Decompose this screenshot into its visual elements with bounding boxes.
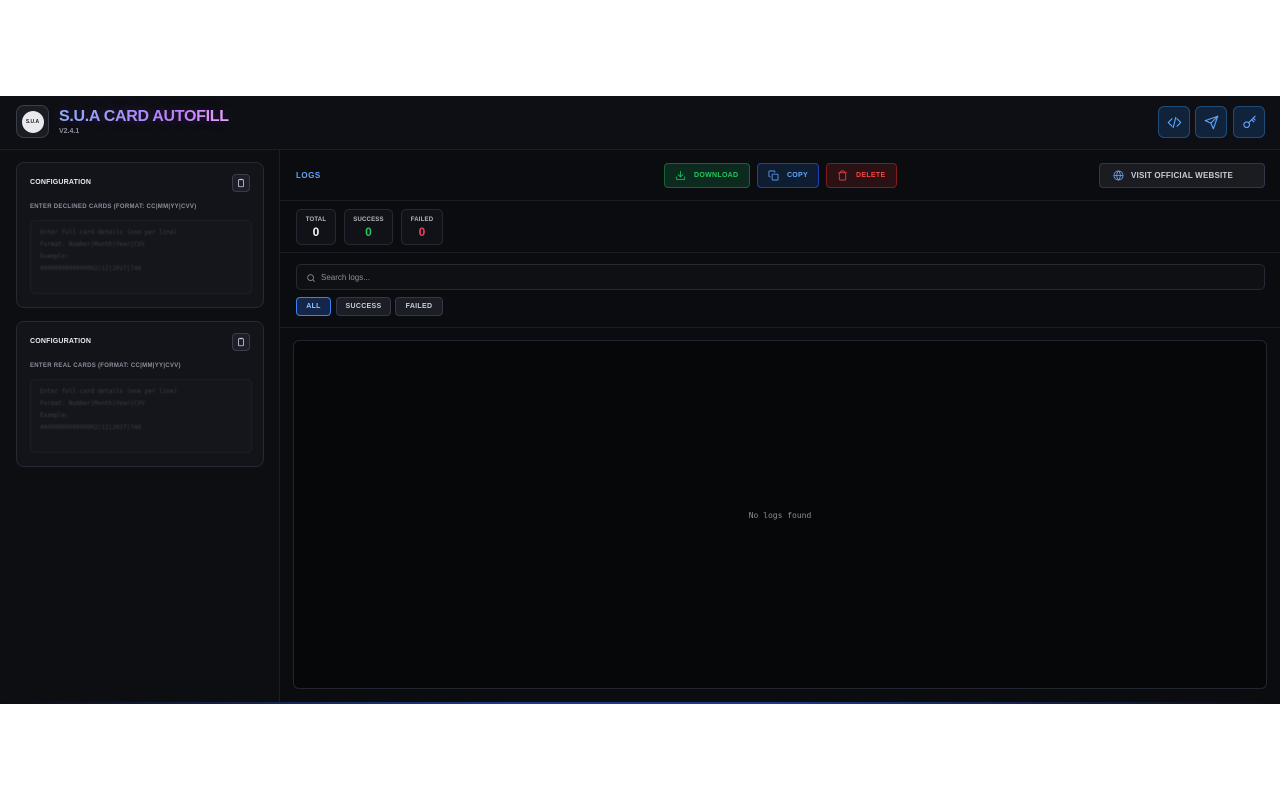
- logo-badge: S.U.A: [21, 110, 44, 133]
- paste-button[interactable]: [232, 174, 250, 192]
- delete-button[interactable]: DELETE: [826, 163, 897, 188]
- filter-failed[interactable]: FAILED: [395, 297, 443, 316]
- code-button[interactable]: [1158, 106, 1190, 138]
- stat-total: TOTAL 0: [296, 209, 336, 245]
- search-input[interactable]: [321, 265, 1251, 289]
- real-cards-textarea[interactable]: Enter full card details (one per line) F…: [30, 379, 252, 453]
- stat-success-value: 0: [365, 225, 372, 239]
- stat-success: SUCCESS 0: [344, 209, 393, 245]
- search-box: [296, 264, 1265, 290]
- stat-failed: FAILED 0: [401, 209, 443, 245]
- search-icon: [307, 274, 316, 283]
- stat-success-label: SUCCESS: [353, 217, 384, 223]
- config-title: CONFIGURATION: [30, 338, 92, 345]
- bottom-accent-line: [0, 702, 1280, 704]
- logs-heading: LOGS: [296, 171, 321, 180]
- stats-row: TOTAL 0 SUCCESS 0 FAILED 0: [280, 201, 1280, 253]
- config-subtitle: ENTER DECLINED CARDS (FORMAT: CC|MM|YY|C…: [30, 204, 197, 210]
- filter-success[interactable]: SUCCESS: [336, 297, 391, 316]
- copy-icon: [768, 170, 779, 181]
- copy-label: COPY: [786, 172, 808, 179]
- trash-icon: [837, 170, 848, 181]
- download-icon: [675, 170, 686, 181]
- logs-toolbar: LOGS DOWNLOAD COPY DELETE VISIT OFFICIAL…: [280, 150, 1280, 201]
- filter-all[interactable]: ALL: [296, 297, 331, 316]
- send-icon: [1204, 115, 1218, 129]
- app-version: V2.4.1: [59, 128, 80, 135]
- download-button[interactable]: DOWNLOAD: [664, 163, 750, 188]
- declined-cards-textarea[interactable]: Enter full card details (one per line) F…: [30, 220, 252, 294]
- app-title: S.U.A CARD AUTOFILL: [59, 108, 229, 125]
- config-subtitle: ENTER REAL CARDS (FORMAT: CC|MM|YY|CVV): [30, 363, 181, 369]
- clipboard-icon: [238, 337, 244, 347]
- stat-failed-value: 0: [418, 225, 426, 239]
- empty-state-text: No logs found: [748, 511, 812, 520]
- search-filter-area: ALL SUCCESS FAILED: [280, 253, 1280, 328]
- app-window: S.U.A S.U.A CARD AUTOFILL V2.4.1 CONFIGU…: [0, 96, 1280, 704]
- sidebar: CONFIGURATION ENTER DECLINED CARDS (FORM…: [0, 150, 280, 704]
- delete-label: DELETE: [856, 172, 886, 179]
- code-icon: [1167, 116, 1181, 128]
- stat-total-label: TOTAL: [305, 217, 327, 223]
- app-logo: S.U.A: [16, 105, 49, 138]
- download-label: DOWNLOAD: [694, 172, 739, 179]
- paste-button[interactable]: [232, 333, 250, 351]
- logs-section: LOGS DOWNLOAD COPY DELETE VISIT OFFICIAL…: [280, 150, 1280, 704]
- globe-icon: [1113, 170, 1124, 181]
- stat-failed-label: FAILED: [410, 217, 434, 223]
- key-icon: [1242, 115, 1256, 128]
- clipboard-icon: [238, 178, 244, 188]
- config-title: CONFIGURATION: [30, 179, 92, 186]
- real-cards-config: CONFIGURATION ENTER REAL CARDS (FORMAT: …: [16, 321, 264, 467]
- copy-button[interactable]: COPY: [757, 163, 819, 188]
- visit-website-label: VISIT OFFICIAL WEBSITE: [1131, 171, 1234, 180]
- app-header: S.U.A S.U.A CARD AUTOFILL V2.4.1: [0, 96, 1280, 150]
- declined-cards-config: CONFIGURATION ENTER DECLINED CARDS (FORM…: [16, 162, 264, 308]
- stat-total-value: 0: [312, 225, 320, 239]
- visit-website-button[interactable]: VISIT OFFICIAL WEBSITE: [1099, 163, 1265, 188]
- telegram-button[interactable]: [1195, 106, 1227, 138]
- logs-list[interactable]: No logs found: [293, 340, 1267, 689]
- license-key-button[interactable]: [1233, 106, 1265, 138]
